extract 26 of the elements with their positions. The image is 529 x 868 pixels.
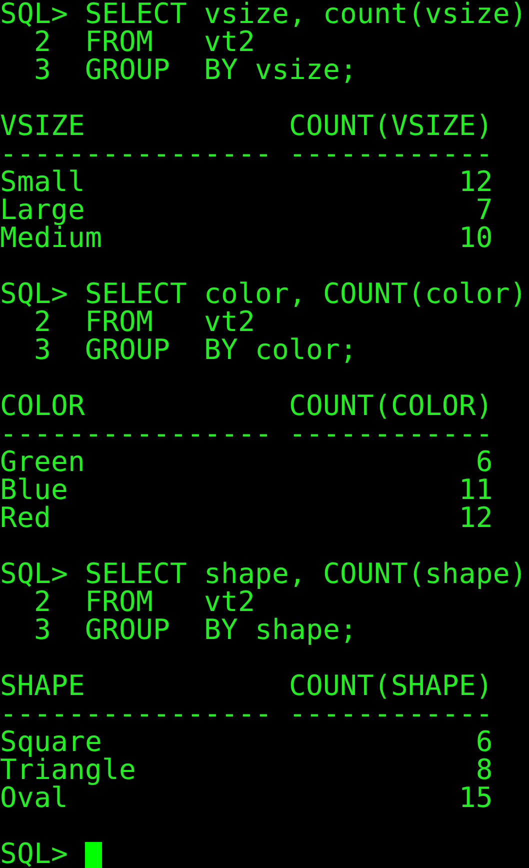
terminal-line: Large 7: [0, 196, 493, 224]
terminal-line: Green 6: [0, 448, 493, 476]
terminal-line: ---------------- ------------: [0, 420, 493, 448]
terminal-line: SQL> SELECT vsize, count(vsize): [0, 0, 527, 28]
prompt-text: SQL>: [0, 840, 68, 868]
terminal-line: Red 12: [0, 504, 493, 532]
terminal-line: SQL> SELECT shape, COUNT(shape): [0, 560, 527, 588]
terminal-line: ---------------- ------------: [0, 700, 493, 728]
terminal-line: SHAPE COUNT(SHAPE): [0, 672, 493, 700]
cursor: [85, 842, 102, 868]
terminal-line: Small 12: [0, 168, 493, 196]
terminal-line: 2 FROM vt2: [34, 28, 255, 56]
terminal-line: SQL> SELECT color, COUNT(color): [0, 280, 527, 308]
terminal-line: 3 GROUP BY vsize;: [32, 56, 357, 84]
terminal-line: Blue 11: [0, 476, 493, 504]
terminal-line: Triangle 8: [0, 756, 493, 784]
terminal-line: ---------------- ------------: [0, 140, 493, 168]
terminal-line: VSIZE COUNT(VSIZE): [0, 112, 493, 140]
terminal-line: Square 6: [0, 728, 493, 756]
terminal-line: 3 GROUP BY shape;: [32, 616, 357, 644]
terminal-line: 2 FROM vt2: [34, 308, 255, 336]
terminal-line: 2 FROM vt2: [34, 588, 255, 616]
terminal-line: 3 GROUP BY color;: [32, 336, 357, 364]
terminal-line: Oval 15: [0, 784, 493, 812]
terminal-line: COLOR COUNT(COLOR): [0, 392, 493, 420]
terminal-line: Medium 10: [0, 224, 493, 252]
